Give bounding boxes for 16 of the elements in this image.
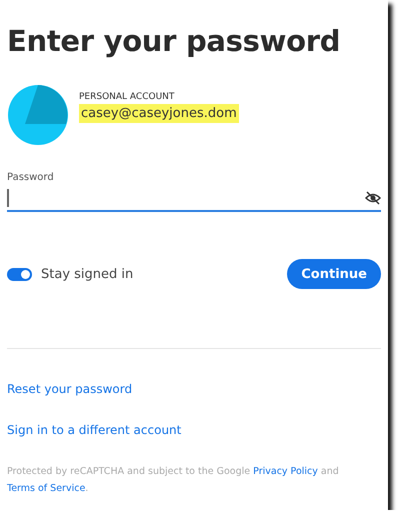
toggle-label: Stay signed in <box>41 266 134 282</box>
avatar-icon <box>7 84 69 146</box>
password-field[interactable] <box>7 186 381 212</box>
field-label: Password <box>7 172 55 183</box>
text-link[interactable]: Sign in to a different account <box>7 423 182 437</box>
page-title: Enter your password <box>7 24 342 58</box>
continue-button[interactable]: Continue <box>287 259 381 289</box>
text-cursor <box>7 189 9 207</box>
account-email: casey@caseyjones.dom <box>79 104 239 122</box>
text-link[interactable]: Privacy Policy <box>253 466 318 477</box>
text-link[interactable]: Terms of Service <box>7 483 86 494</box>
toggle-switch[interactable] <box>7 268 32 280</box>
text-link[interactable]: Reset your password <box>7 382 132 396</box>
hidden-eye-icon[interactable] <box>365 190 381 206</box>
legal-notice: Protected by reCAPTCHA and subject to the Google Privacy Policy and Terms of Service. <box>7 465 340 496</box>
account-type: PERSONAL ACCOUNT <box>79 92 176 102</box>
